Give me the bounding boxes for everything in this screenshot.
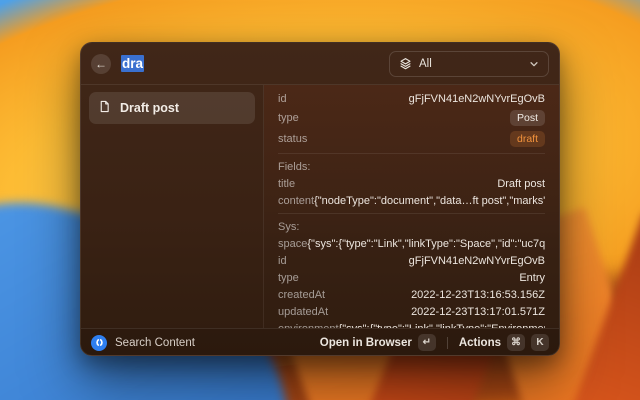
list-item-title: Draft post — [120, 101, 179, 115]
detail-row: title Draft post — [278, 175, 545, 192]
detail-row: type Post — [278, 107, 545, 128]
row-label: id — [278, 93, 287, 105]
search-input[interactable]: dra — [121, 56, 389, 71]
row-value: Post — [299, 110, 545, 126]
open-in-browser-button[interactable]: Open in Browser ↵ — [320, 334, 436, 351]
k-key-hint: K — [531, 334, 549, 351]
detail-row-clipped: environment {"sys":{"type":"Link","linkT… — [278, 320, 545, 328]
row-label: type — [278, 272, 299, 284]
action-bar-app-label: Search Content — [115, 337, 195, 349]
status-badge: draft — [510, 131, 545, 147]
open-in-browser-label: Open in Browser — [320, 337, 412, 349]
row-label: environment — [278, 323, 339, 329]
row-label: content — [278, 195, 314, 207]
row-value: draft — [307, 131, 545, 147]
filter-selected-label: All — [419, 58, 432, 70]
row-value: 2022-12-23T13:16:53.156Z — [325, 289, 545, 301]
row-label: type — [278, 112, 299, 124]
raycast-window: ← dra All — [80, 42, 560, 356]
window-body: Draft post id gFjFVN41eN2wNYvrEgOvB type… — [81, 85, 559, 328]
row-value: {"sys":{"type":"Link","linkType":"Space"… — [307, 238, 545, 250]
chevron-down-icon — [529, 59, 539, 69]
row-value: 2022-12-23T13:17:01.571Z — [328, 306, 545, 318]
row-label: title — [278, 178, 295, 190]
arrow-left-icon: ← — [95, 57, 107, 71]
detail-row: id gFjFVN41eN2wNYvrEgOvB — [278, 90, 545, 107]
action-bar: Search Content Open in Browser ↵ Actions… — [81, 328, 559, 356]
search-query-text: dra — [121, 55, 144, 72]
actions-label: Actions — [459, 337, 501, 349]
detail-row: id gFjFVN41eN2wNYvrEgOvB — [278, 252, 545, 269]
results-list: Draft post — [81, 85, 264, 328]
document-icon — [98, 100, 111, 116]
row-value: gFjFVN41eN2wNYvrEgOvB — [287, 93, 545, 105]
contentful-icon — [91, 335, 107, 351]
row-label: createdAt — [278, 289, 325, 301]
list-item-draft-post[interactable]: Draft post — [89, 92, 255, 124]
row-value: Draft post — [295, 178, 545, 190]
row-label: id — [278, 255, 287, 267]
detail-pane: id gFjFVN41eN2wNYvrEgOvB type Post statu… — [264, 85, 559, 328]
type-badge: Post — [510, 110, 545, 126]
row-value: Entry — [299, 272, 545, 284]
row-value: {"sys":{"type":"Link","linkType":"Enviro… — [339, 323, 545, 329]
section-header: Sys: — [278, 218, 545, 235]
section-divider — [278, 153, 545, 154]
row-label: space — [278, 238, 307, 250]
row-label: status — [278, 133, 307, 145]
section-divider — [278, 213, 545, 214]
detail-row: content {"nodeType":"document","data…ft … — [278, 192, 545, 209]
section-header: Fields: — [278, 158, 545, 175]
filter-dropdown[interactable]: All — [389, 51, 549, 77]
detail-row: type Entry — [278, 269, 545, 286]
detail-row: status draft — [278, 128, 545, 149]
detail-row: createdAt 2022-12-23T13:16:53.156Z — [278, 286, 545, 303]
back-button[interactable]: ← — [91, 54, 111, 74]
enter-key-hint: ↵ — [418, 334, 436, 351]
action-bar-separator — [447, 337, 448, 349]
search-bar: ← dra All — [81, 43, 559, 85]
actions-button[interactable]: Actions ⌘ K — [459, 334, 549, 351]
row-value: gFjFVN41eN2wNYvrEgOvB — [287, 255, 545, 267]
content-types-icon — [399, 57, 412, 70]
detail-row: updatedAt 2022-12-23T13:17:01.571Z — [278, 303, 545, 320]
command-key-hint: ⌘ — [507, 334, 525, 351]
row-value: {"nodeType":"document","data…ft post","m… — [314, 195, 545, 207]
row-label: updatedAt — [278, 306, 328, 318]
detail-row: space {"sys":{"type":"Link","linkType":"… — [278, 235, 545, 252]
